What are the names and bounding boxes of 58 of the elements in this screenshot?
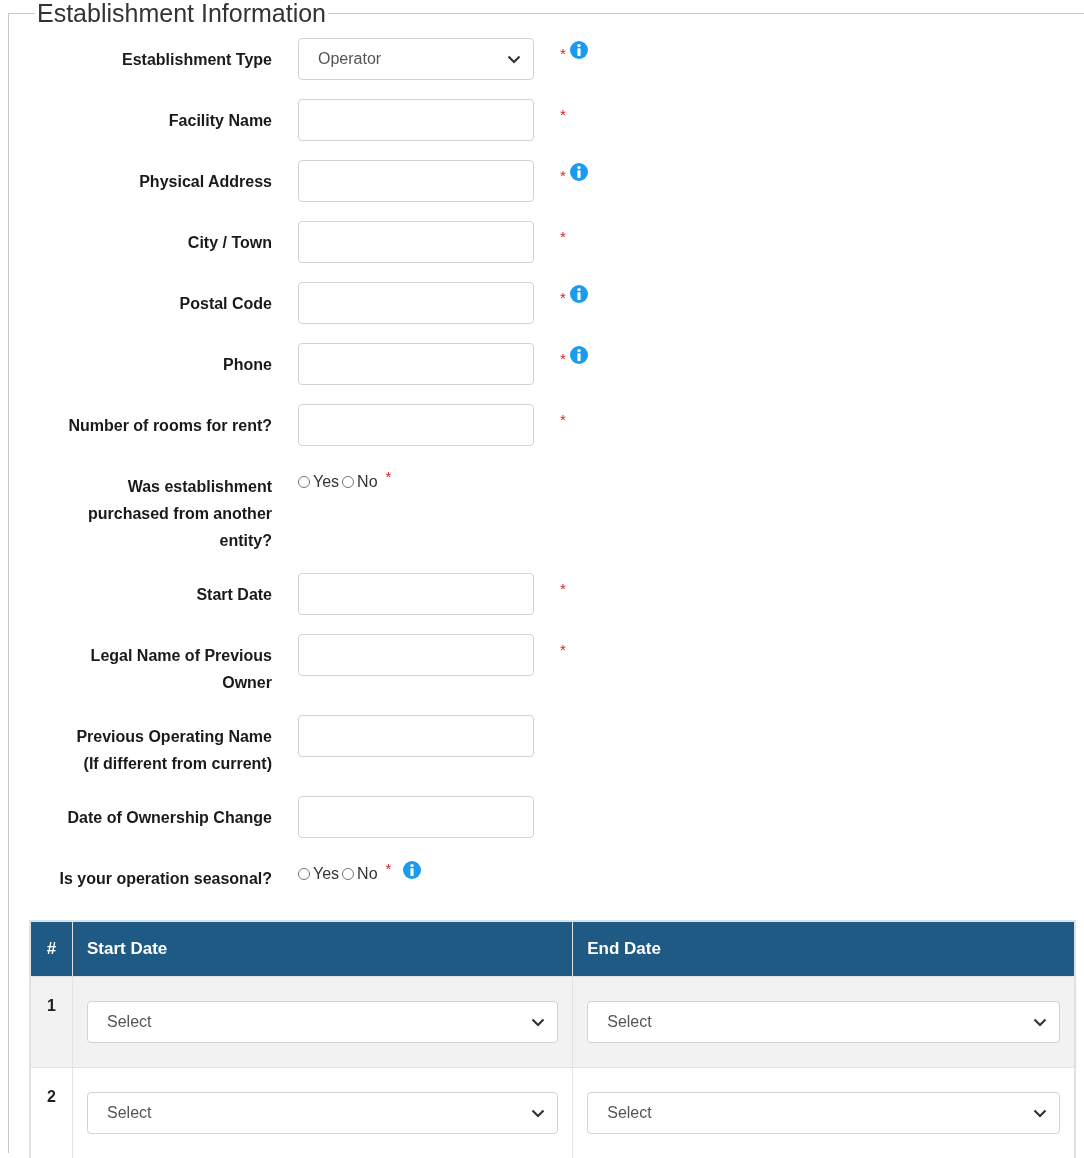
text-input[interactable]	[298, 404, 534, 446]
required-asterisk: *	[560, 166, 566, 186]
select-dropdown[interactable]: Select	[587, 1092, 1060, 1134]
column-header: End Date	[572, 921, 1075, 977]
text-input[interactable]	[298, 796, 534, 838]
field-label: Phone	[222, 355, 272, 375]
info-icon[interactable]	[569, 163, 588, 181]
column-header: Start Date	[72, 921, 573, 977]
info-icon[interactable]	[403, 860, 422, 879]
field-label: Previous Operating Name (If different from current)	[75, 727, 272, 774]
radio-option[interactable]: Yes	[298, 865, 340, 883]
field-label: Establishment Type	[121, 50, 272, 70]
radio-option[interactable]: No	[342, 865, 378, 883]
required-asterisk: *	[560, 410, 566, 430]
select-dropdown[interactable]: Select	[87, 1092, 559, 1134]
field-label: Is your operation seasonal?	[58, 869, 272, 889]
field-label: Start Date	[195, 585, 272, 605]
field-label: Physical Address	[138, 172, 272, 192]
required-asterisk: *	[560, 579, 566, 599]
radio-option[interactable]: No	[342, 473, 378, 491]
text-input[interactable]	[298, 221, 534, 263]
info-icon[interactable]	[569, 41, 588, 59]
column-header: #	[30, 921, 73, 977]
field-label: Date of Ownership Change	[66, 808, 272, 828]
required-asterisk: *	[560, 227, 566, 247]
text-input[interactable]	[298, 715, 534, 757]
chevron-icon	[531, 1017, 546, 1027]
field-label: Was establishment purchased from another entity?	[86, 477, 272, 551]
text-input[interactable]	[298, 282, 534, 324]
field-label: Facility Name	[167, 111, 272, 131]
row-number: 2	[30, 1067, 73, 1158]
info-icon[interactable]	[569, 285, 588, 303]
radio-option[interactable]: Yes	[298, 473, 340, 491]
text-input[interactable]	[298, 343, 534, 385]
required-asterisk: *	[385, 859, 392, 879]
chevron-icon	[531, 1108, 546, 1118]
select-dropdown[interactable]: Select	[87, 1001, 559, 1043]
select-dropdown[interactable]: Select	[587, 1001, 1060, 1043]
required-asterisk: *	[560, 349, 566, 369]
row-number: 1	[30, 976, 73, 1068]
required-asterisk: *	[560, 44, 566, 64]
text-input[interactable]	[298, 99, 534, 141]
field-label: Legal Name of Previous Owner	[89, 646, 272, 693]
text-input[interactable]	[298, 160, 534, 202]
field-label: City / Town	[186, 233, 272, 253]
chevron-icon	[507, 54, 521, 64]
required-asterisk: *	[560, 640, 566, 660]
chevron-icon	[1033, 1108, 1047, 1118]
text-input[interactable]	[298, 634, 534, 676]
required-asterisk: *	[560, 105, 566, 125]
field-label: Number of rooms for rent?	[67, 416, 272, 436]
field-label: Postal Code	[178, 294, 272, 314]
text-input[interactable]	[298, 573, 534, 615]
chevron-icon	[1033, 1017, 1047, 1027]
required-asterisk: *	[385, 467, 392, 487]
required-asterisk: *	[560, 288, 566, 308]
select-dropdown[interactable]: Operator	[298, 38, 534, 80]
info-icon[interactable]	[569, 346, 588, 364]
